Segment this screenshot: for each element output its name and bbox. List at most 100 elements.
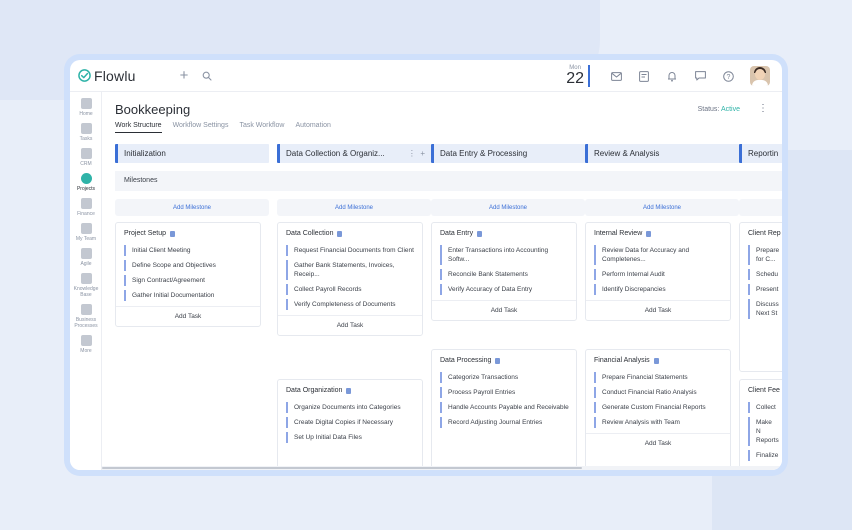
help-icon[interactable]: ? (720, 68, 736, 84)
task-item[interactable]: Generate Custom Financial Reports (594, 402, 723, 413)
sidebar-item-crm[interactable]: CRM (70, 148, 102, 167)
task-item[interactable]: Gather Initial Documentation (124, 290, 253, 301)
task-item[interactable]: Finalize (748, 450, 782, 461)
tab-workflow-settings[interactable]: Workflow Settings (173, 122, 229, 133)
task-item[interactable]: Collect Payroll Records (286, 284, 415, 295)
task-item[interactable]: Verify Completeness of Documents (286, 299, 415, 310)
column-header[interactable]: Initialization (115, 144, 269, 163)
column-header[interactable]: Data Collection & Organiz... ⋮ + (277, 144, 431, 163)
task-item[interactable]: Discuss Next St (748, 299, 782, 319)
card-title: Data Processing (440, 357, 492, 364)
add-milestone-button[interactable]: Add Milestone (585, 199, 739, 216)
document-icon[interactable] (646, 230, 652, 237)
milestone-card[interactable]: Client Rep Prepare for C... Schedu Prese… (739, 222, 782, 372)
add-task-button[interactable]: Add Task (586, 300, 730, 320)
add-task-button[interactable]: Add Task (116, 306, 260, 326)
milestone-card[interactable]: Project Setup Initial Client Meeting Def… (115, 222, 261, 327)
task-item[interactable]: Perform Internal Audit (594, 269, 723, 280)
add-milestone-button[interactable]: Add Milestone (431, 199, 585, 216)
task-item[interactable]: Define Scope and Objectives (124, 260, 253, 271)
bell-icon[interactable] (664, 68, 680, 84)
document-icon[interactable] (170, 230, 176, 237)
add-milestone-button[interactable]: Add Milestone (115, 199, 269, 216)
task-item[interactable]: Categorize Transactions (440, 372, 569, 383)
tab-task-workflow[interactable]: Task Workflow (239, 122, 284, 133)
project-status[interactable]: Status: Active (698, 106, 740, 113)
add-task-button[interactable]: Add Task (432, 300, 576, 320)
sidebar-item-more[interactable]: More (70, 335, 102, 354)
sidebar-item-knowledge-base[interactable]: Knowledge Base (70, 273, 102, 298)
column-header[interactable]: Reportin (739, 144, 782, 163)
milestone-card[interactable]: Financial Analysis Prepare Financial Sta… (585, 349, 731, 470)
document-icon[interactable] (495, 357, 501, 364)
task-item[interactable]: Present (748, 284, 782, 295)
milestone-card[interactable]: Client Fee Collect Make N Reports Finali… (739, 379, 782, 470)
document-icon[interactable] (337, 230, 343, 237)
tab-work-structure[interactable]: Work Structure (115, 122, 162, 133)
knowledge-icon (80, 273, 92, 284)
task-item[interactable]: Verify Accuracy of Data Entry (440, 284, 569, 295)
sidebar-item-tasks[interactable]: Tasks (70, 123, 102, 142)
task-item[interactable]: Collect (748, 402, 782, 413)
task-item[interactable]: Organize Documents into Categories (286, 402, 415, 413)
tab-automation[interactable]: Automation (295, 122, 330, 133)
mail-icon[interactable] (608, 68, 624, 84)
app-frame: Flowlu + Mon 22 ? Home Tasks CRM Project… (64, 54, 788, 476)
document-icon[interactable] (477, 230, 483, 237)
sidebar-item-projects[interactable]: Projects (70, 173, 102, 192)
date-divider (588, 65, 590, 87)
logo[interactable]: Flowlu (78, 68, 136, 84)
add-task-button[interactable]: Add Task (586, 433, 730, 453)
calendar-date[interactable]: Mon 22 (566, 65, 584, 87)
add-icon[interactable]: + (180, 67, 189, 84)
task-item[interactable]: Prepare for C... (748, 245, 779, 265)
column-controls-icon[interactable]: ⋮ + (408, 149, 425, 158)
search-icon[interactable] (202, 71, 212, 81)
chat-icon[interactable] (692, 68, 708, 84)
milestone-card[interactable]: Data Entry Enter Transactions into Accou… (431, 222, 577, 321)
task-item[interactable]: Reconcile Bank Statements (440, 269, 569, 280)
task-item[interactable]: Process Payroll Entries (440, 387, 569, 398)
milestone-card[interactable]: Internal Review Review Data for Accuracy… (585, 222, 731, 321)
task-item[interactable]: Enter Transactions into Accounting Softw… (440, 245, 569, 265)
task-item[interactable]: Identify Discrepancies (594, 284, 723, 295)
task-item[interactable]: Review Analysis with Team (594, 417, 723, 428)
scrollbar-thumb[interactable] (102, 467, 582, 469)
task-item[interactable]: Review Data for Accuracy and Completenes… (594, 245, 723, 265)
task-item[interactable]: Schedu (748, 269, 782, 280)
task-item[interactable]: Handle Accounts Payable and Receivable (440, 402, 569, 413)
task-item[interactable]: Request Financial Documents from Client (286, 245, 415, 256)
user-avatar[interactable] (750, 66, 770, 86)
task-item[interactable]: Gather Bank Statements, Invoices, Receip… (286, 260, 415, 280)
sidebar-item-my-team[interactable]: My Team (70, 223, 102, 242)
kanban-board: Milestones Initialization Add Milestone … (115, 144, 782, 470)
add-milestone-button[interactable]: Add Milestone (277, 199, 431, 216)
task-item[interactable]: Create Digital Copies if Necessary (286, 417, 415, 428)
sidebar-item-label: Business Processes (74, 317, 98, 329)
sidebar-item-finance[interactable]: Finance (70, 198, 102, 217)
sidebar-item-business-processes[interactable]: Business Processes (70, 304, 102, 329)
task-item[interactable]: Sign Contract/Agreement (124, 275, 253, 286)
notes-icon[interactable] (636, 68, 652, 84)
milestone-card[interactable]: Data Collection Request Financial Docume… (277, 222, 423, 336)
milestone-card[interactable]: Data Organization Organize Documents int… (277, 379, 423, 470)
sidebar-item-agile[interactable]: Agile (70, 248, 102, 267)
document-icon[interactable] (346, 387, 352, 394)
task-item[interactable]: Set Up Initial Data Files (286, 432, 415, 443)
add-milestone-button[interactable] (739, 199, 782, 216)
milestone-card[interactable]: Data Processing Categorize Transactions … (431, 349, 577, 470)
task-item[interactable]: Record Adjusting Journal Entries (440, 417, 569, 428)
horizontal-scrollbar[interactable] (102, 466, 782, 470)
add-task-button[interactable]: Add Task (278, 315, 422, 335)
sidebar-item-home[interactable]: Home (70, 98, 102, 117)
task-item[interactable]: Initial Client Meeting (124, 245, 253, 256)
more-options-icon[interactable]: ⋮ (758, 103, 768, 114)
column-title: Initialization (124, 149, 166, 158)
column-header[interactable]: Data Entry & Processing (431, 144, 585, 163)
task-item[interactable]: Conduct Financial Ratio Analysis (594, 387, 723, 398)
task-item[interactable]: Prepare Financial Statements (594, 372, 723, 383)
column-header[interactable]: Review & Analysis (585, 144, 739, 163)
sidebar-item-label: Finance (77, 211, 95, 217)
document-icon[interactable] (653, 357, 659, 364)
task-item[interactable]: Make N Reports (748, 417, 779, 446)
